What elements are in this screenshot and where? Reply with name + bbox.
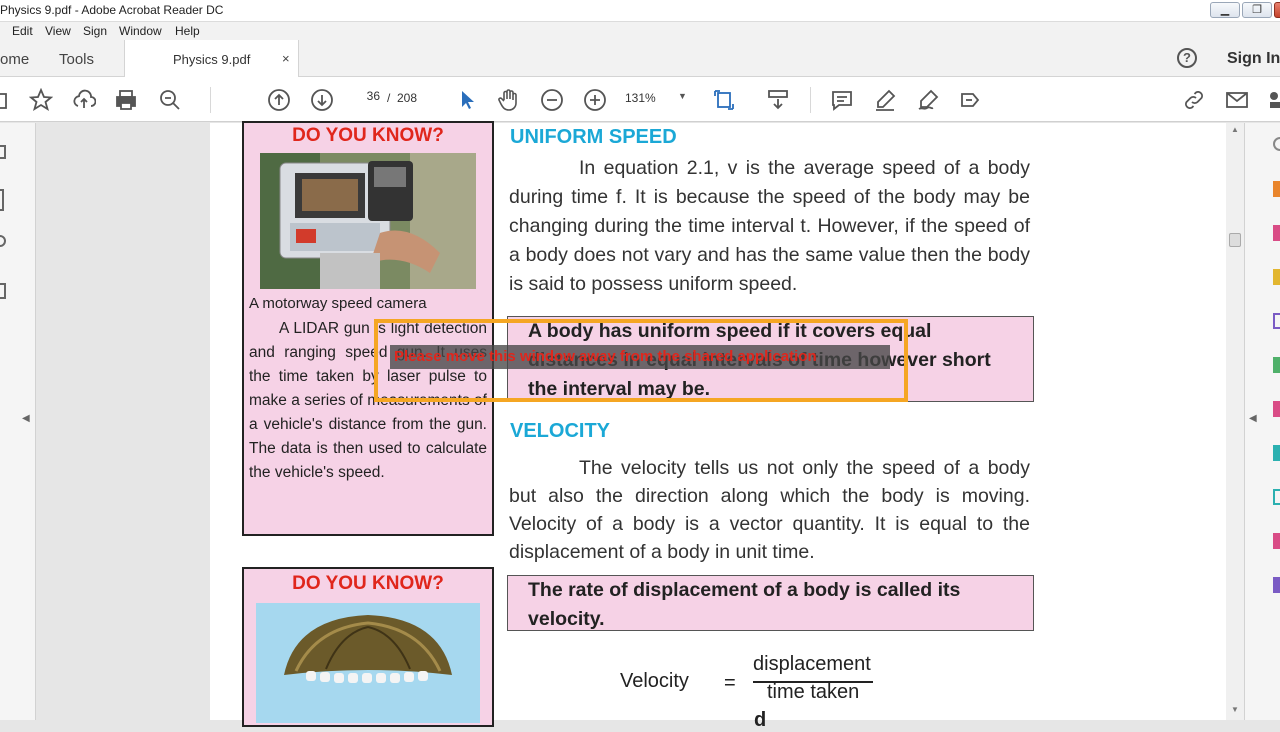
- minimize-button[interactable]: ▁: [1210, 2, 1240, 18]
- sign-in-link[interactable]: Sign In: [1227, 50, 1280, 68]
- photo-caption: A motorway speed camera: [249, 295, 427, 312]
- screen-share-warning: Please move this window away from the sh…: [390, 345, 890, 369]
- left-nav-panel: ◀: [0, 123, 36, 720]
- velocity-definition: The rate of displacement of a body is ca…: [507, 575, 1034, 631]
- zoom-out-icon[interactable]: [540, 88, 564, 112]
- right-tools-panel: ◀: [1244, 123, 1280, 720]
- pages-icon[interactable]: [0, 189, 4, 211]
- page-down-icon[interactable]: [310, 88, 334, 112]
- email-icon[interactable]: [1225, 88, 1249, 112]
- collapse-right-icon[interactable]: ◀: [1249, 413, 1257, 424]
- upload-icon[interactable]: [72, 88, 97, 112]
- protect-icon[interactable]: [1273, 445, 1280, 461]
- vertical-scrollbar[interactable]: ▲ ▼: [1226, 123, 1244, 720]
- menu-window[interactable]: Window: [119, 24, 162, 38]
- search-tool-icon[interactable]: [1273, 137, 1280, 151]
- uniform-speed-paragraph: In equation 2.1, v is the average speed …: [509, 157, 1030, 295]
- page-fit-icon[interactable]: [712, 88, 736, 112]
- tab-home[interactable]: ome: [0, 51, 29, 68]
- page-separator: /: [387, 91, 391, 105]
- close-tab-icon[interactable]: ×: [282, 51, 290, 66]
- tab-tools[interactable]: Tools: [59, 51, 94, 68]
- formula-denominator: time taken: [767, 681, 860, 703]
- toolbar-divider: [810, 87, 811, 113]
- hand-icon[interactable]: [497, 88, 521, 112]
- section-heading-velocity: VELOCITY: [510, 420, 611, 442]
- zoom-search-icon[interactable]: [158, 88, 182, 112]
- menu-help[interactable]: Help: [175, 24, 200, 38]
- speed-camera-photo: [260, 153, 476, 289]
- formula-numerator: displacement: [753, 653, 871, 675]
- formula-equals: =: [724, 672, 736, 694]
- page-total: 208: [397, 91, 418, 105]
- collapse-left-icon[interactable]: ◀: [22, 413, 30, 424]
- fill-sign-icon[interactable]: [1273, 401, 1280, 417]
- title-bar: Physics 9.pdf - Adobe Acrobat Reader DC …: [0, 0, 1280, 22]
- parachute-photo: [256, 603, 480, 723]
- send-icon[interactable]: [1273, 489, 1280, 505]
- home-icon[interactable]: [0, 88, 12, 112]
- formula-next-line: d: [754, 709, 767, 731]
- stamp-icon[interactable]: [958, 88, 982, 112]
- attachment-icon[interactable]: [0, 235, 6, 247]
- zoom-level[interactable]: 131%: [625, 91, 656, 105]
- more-tool-icon[interactable]: [1273, 577, 1280, 593]
- sign-icon[interactable]: [916, 88, 940, 112]
- tab-document[interactable]: Physics 9.pdf ×: [124, 40, 299, 77]
- edit-pdf-icon[interactable]: [1273, 313, 1280, 329]
- box-heading: DO YOU KNOW?: [292, 125, 444, 146]
- layers-icon[interactable]: [0, 283, 6, 299]
- toolbar-divider: [210, 87, 211, 113]
- organize-icon[interactable]: [1273, 357, 1280, 373]
- scroll-thumb[interactable]: [1229, 233, 1241, 247]
- zoom-dropdown-icon[interactable]: ▼: [678, 91, 687, 101]
- share-link-icon[interactable]: [1182, 88, 1206, 112]
- pdf-page: DO YOU KNOW? A motorway speed camera A L…: [210, 121, 1226, 731]
- section-heading-uniform-speed: UNIFORM SPEED: [510, 126, 677, 148]
- bookmark-icon[interactable]: [0, 145, 6, 159]
- velocity-paragraph: The velocity tells us not only the speed…: [509, 457, 1030, 563]
- comment-icon[interactable]: [830, 88, 854, 112]
- create-pdf-icon[interactable]: [1273, 225, 1280, 241]
- do-you-know-box: DO YOU KNOW?: [242, 567, 494, 727]
- highlight-icon[interactable]: [873, 88, 897, 112]
- scroll-up-icon[interactable]: ▲: [1231, 125, 1239, 134]
- help-icon[interactable]: ?: [1177, 48, 1197, 68]
- export-pdf-icon[interactable]: [1273, 181, 1280, 197]
- tab-bar: ome Tools Physics 9.pdf × ? Sign In: [0, 40, 1280, 77]
- toolbar: 36 / 208 131% ▼: [0, 77, 1280, 122]
- box-heading: DO YOU KNOW?: [292, 573, 444, 594]
- more-tool-icon[interactable]: [1273, 533, 1280, 549]
- star-icon[interactable]: [28, 87, 54, 112]
- tab-document-label: Physics 9.pdf: [173, 52, 251, 67]
- comment-tool-icon[interactable]: [1273, 269, 1280, 285]
- menu-sign[interactable]: Sign: [83, 24, 107, 38]
- scroll-mode-icon[interactable]: [766, 88, 790, 112]
- formula-lhs: Velocity: [620, 670, 689, 692]
- zoom-in-icon[interactable]: [583, 88, 607, 112]
- more-tools-icon[interactable]: [1266, 88, 1280, 112]
- menu-bar: Edit View Sign Window Help: [0, 22, 1280, 40]
- select-pointer-icon[interactable]: [455, 88, 479, 112]
- restore-button[interactable]: ❐: [1242, 2, 1272, 18]
- close-button[interactable]: ✕: [1274, 2, 1280, 18]
- menu-view[interactable]: View: [45, 24, 71, 38]
- print-icon[interactable]: [114, 88, 138, 112]
- page-number-input[interactable]: 36: [352, 89, 380, 109]
- page-up-icon[interactable]: [267, 88, 291, 112]
- menu-edit[interactable]: Edit: [12, 24, 33, 38]
- window-title: Physics 9.pdf - Adobe Acrobat Reader DC: [0, 3, 224, 17]
- scroll-down-icon[interactable]: ▼: [1231, 705, 1239, 714]
